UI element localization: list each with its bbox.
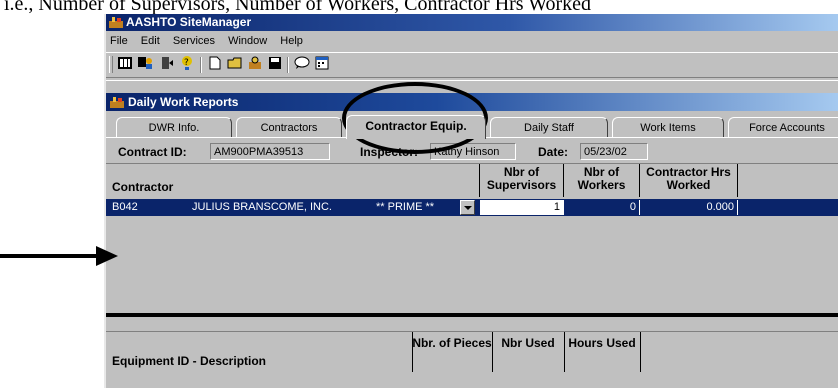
door-icon[interactable]: [158, 56, 176, 73]
help-icon[interactable]: ?: [178, 56, 196, 73]
pointer-arrow: [0, 254, 100, 258]
hours-cell[interactable]: 0.000: [640, 200, 738, 215]
new-document-icon[interactable]: [206, 56, 224, 73]
menu-file[interactable]: File: [110, 32, 128, 50]
contractor-grid-header: Contractor Nbr of Supervisors Nbr of Wor…: [106, 164, 838, 199]
contractor-dropdown-button[interactable]: [460, 200, 475, 215]
child-title: Daily Work Reports: [128, 95, 239, 109]
tab-contractors[interactable]: Contractors: [236, 117, 342, 137]
grid-splitter[interactable]: [106, 313, 838, 317]
table-row[interactable]: B042 JULIUS BRANSCOME, INC. ** PRIME ** …: [106, 199, 838, 216]
application-window: AASHTO SiteManager File Edit Services Wi…: [104, 14, 838, 388]
app-icon: [109, 17, 123, 28]
column-header-equipment[interactable]: Equipment ID - Description: [106, 354, 412, 368]
app-icon: [110, 97, 124, 108]
app-title: AASHTO SiteManager: [126, 15, 252, 29]
users-icon[interactable]: [136, 56, 154, 73]
toolbar-separator: [200, 57, 202, 73]
tab-contractor-equip[interactable]: Contractor Equip.: [346, 115, 486, 139]
column-header-workers[interactable]: Nbr of Workers: [564, 164, 640, 197]
contract-id-label: Contract ID:: [118, 145, 187, 159]
contractor-tag: ** PRIME **: [376, 201, 435, 213]
menu-help[interactable]: Help: [280, 32, 303, 50]
tab-strip: DWR Info. Contractors Contractor Equip. …: [106, 115, 838, 139]
calendar-icon[interactable]: [313, 56, 331, 73]
tab-force-accounts[interactable]: Force Accounts: [728, 117, 838, 137]
tab-work-items[interactable]: Work Items: [612, 117, 724, 137]
menu-services[interactable]: Services: [173, 32, 215, 50]
contract-id-field: AM900PMA39513: [210, 143, 330, 160]
menu-window[interactable]: Window: [228, 32, 267, 50]
toolbar-grip[interactable]: [109, 56, 113, 73]
column-header-hours-used[interactable]: Hours Used: [564, 336, 640, 350]
supervisors-cell[interactable]: 1: [480, 200, 564, 215]
tab-daily-staff[interactable]: Daily Staff: [490, 117, 608, 137]
column-header-supervisors[interactable]: Nbr of Supervisors: [480, 164, 564, 197]
daily-work-reports-window: Daily Work Reports DWR Info. Contractors…: [106, 80, 838, 388]
column-header-pieces[interactable]: Nbr. of Pieces: [412, 336, 492, 350]
grid-icon[interactable]: [116, 56, 134, 73]
equipment-grid-header: Equipment ID - Description Nbr. of Piece…: [106, 331, 838, 372]
equipment-grid: Equipment ID - Description Nbr. of Piece…: [106, 319, 838, 388]
tools-icon[interactable]: [246, 56, 264, 73]
date-field[interactable]: 05/23/02: [580, 143, 648, 160]
save-icon[interactable]: [266, 56, 284, 73]
svg-text:?: ?: [184, 58, 189, 68]
menu-edit[interactable]: Edit: [141, 32, 160, 50]
workers-cell[interactable]: 0: [564, 200, 640, 215]
contractor-grid: Contractor Nbr of Supervisors Nbr of Wor…: [106, 163, 838, 294]
contractor-code: B042: [112, 201, 138, 213]
comment-icon[interactable]: [293, 56, 311, 73]
date-label: Date:: [538, 145, 569, 159]
tab-dwr-info[interactable]: DWR Info.: [116, 117, 232, 137]
contractor-name: JULIUS BRANSCOME, INC.: [192, 201, 332, 213]
menu-bar: File Edit Services Window Help: [106, 32, 838, 50]
pointer-arrow-head: [96, 246, 118, 266]
report-header: Contract ID: AM900PMA39513 Inspector: Ka…: [106, 141, 838, 163]
column-header-nbr-used[interactable]: Nbr Used: [492, 336, 564, 350]
column-header-contractor[interactable]: Contractor: [106, 164, 480, 197]
toolbar-separator: [287, 57, 289, 73]
column-divider: [640, 332, 641, 372]
column-header-hours[interactable]: Contractor Hrs Worked: [640, 164, 738, 197]
app-title-bar[interactable]: AASHTO SiteManager: [106, 14, 838, 31]
toolbar: ?: [106, 52, 838, 78]
open-folder-icon[interactable]: [226, 56, 244, 73]
